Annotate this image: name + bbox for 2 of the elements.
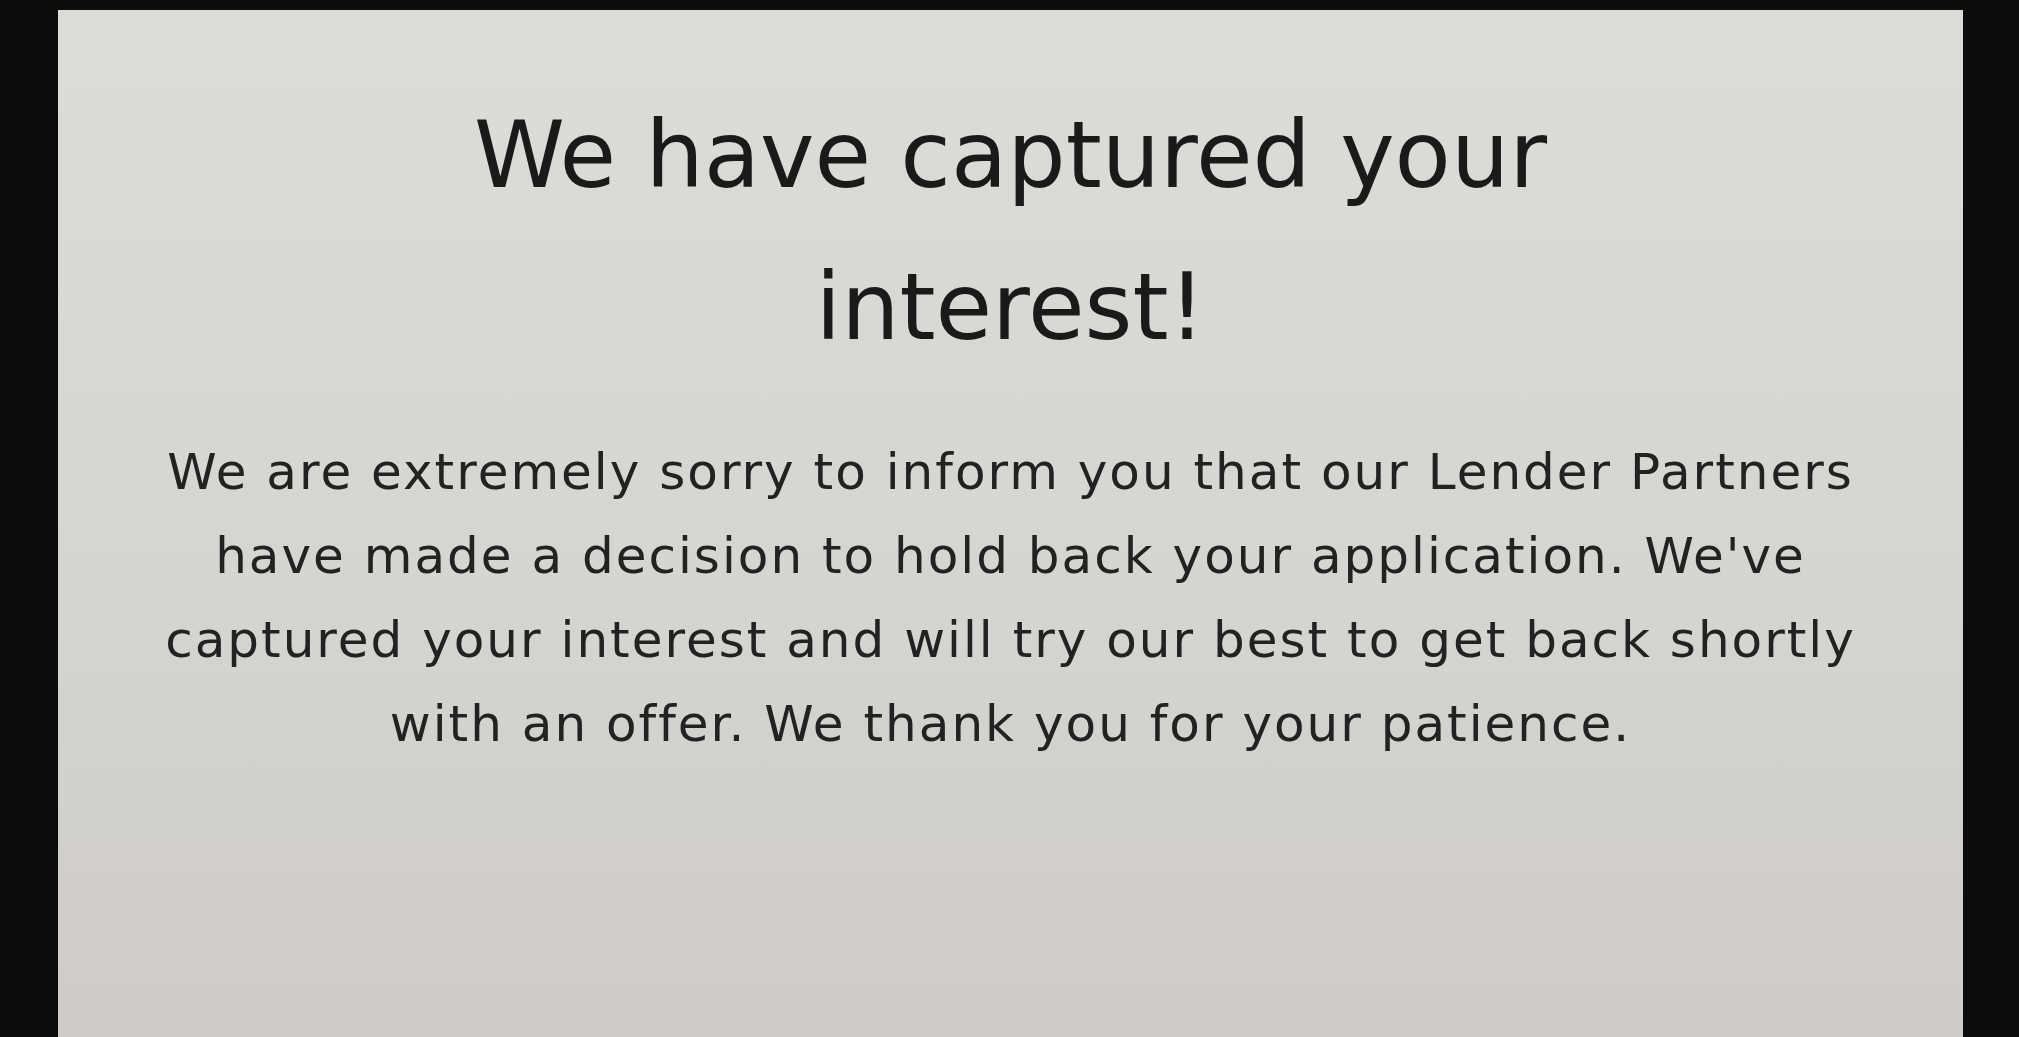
message-text: We are extremely sorry to inform you that our Lender Partners have made a decision to hold back your application. We've captured your interest and will try our best to get back shortly with an offer. We thank you for your patience. <box>164 441 1857 755</box>
page-title: We have captured your interest! <box>472 101 1549 363</box>
